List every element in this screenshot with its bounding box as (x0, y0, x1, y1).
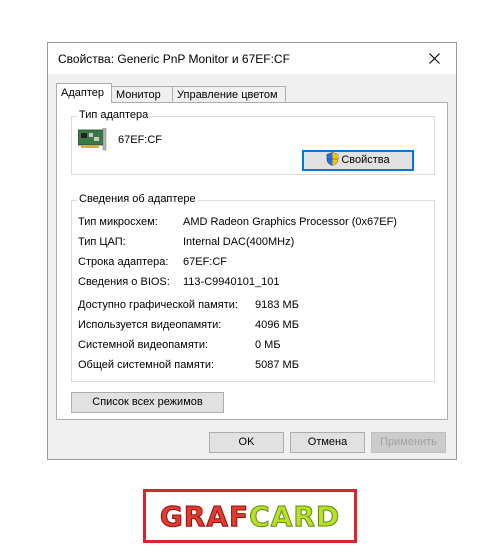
cancel-button[interactable]: Отмена (290, 432, 365, 453)
logo-text-graf: GRAF (159, 499, 250, 533)
list-all-modes-label: Список всех режимов (92, 396, 203, 408)
memory-row-available-graphics: Доступно графической памяти: 9183 МБ (72, 299, 434, 313)
info-key: Сведения о BIOS: (78, 276, 170, 288)
info-row-adapter-string: Строка адаптера: 67EF:CF (72, 256, 434, 270)
adapter-type-group-title: Тип адаптера (77, 109, 151, 121)
close-button[interactable] (412, 43, 456, 74)
list-all-modes-button[interactable]: Список всех режимов (71, 392, 224, 413)
ok-button[interactable]: OK (209, 432, 284, 453)
memory-key: Общей системной памяти: (78, 359, 215, 371)
properties-dialog: Свойства: Generic PnP Monitor и 67EF:CF … (47, 42, 457, 460)
info-key: Тип микросхем: (78, 216, 158, 228)
tab-adapter-label: Адаптер (61, 87, 104, 99)
apply-label: Применить (380, 436, 437, 448)
memory-row-system-video: Системной видеопамяти: 0 МБ (72, 339, 434, 353)
tab-color-management[interactable]: Управление цветом (172, 86, 286, 102)
info-value: 67EF:CF (183, 256, 228, 268)
info-row-dac-type: Тип ЦАП: Internal DAC(400MHz) (72, 236, 434, 250)
info-row-chip-type: Тип микросхем: AMD Radeon Graphics Proce… (72, 216, 434, 230)
memory-value: 4096 МБ (255, 319, 299, 331)
adapter-info-group: Сведения об адаптере Тип микросхем: AMD … (71, 193, 435, 382)
tab-monitor[interactable]: Монитор (111, 86, 173, 102)
adapter-info-group-title: Сведения об адаптере (77, 193, 198, 205)
cancel-label: Отмена (307, 436, 348, 448)
graphics-card-icon (78, 128, 107, 151)
grafcard-logo: GRAF CARD (143, 489, 357, 543)
info-value: 113-C9940101_101 (183, 276, 280, 288)
adapter-tab-panel: Тип адаптера 67EF:CF Свойства Сведения о… (56, 102, 448, 420)
tab-monitor-label: Монитор (116, 89, 161, 101)
memory-row-dedicated-video: Используется видеопамяти: 4096 МБ (72, 319, 434, 333)
window-title: Свойства: Generic PnP Monitor и 67EF:CF (58, 52, 290, 66)
memory-key: Используется видеопамяти: (78, 319, 222, 331)
tab-adapter[interactable]: Адаптер (56, 83, 112, 103)
memory-value: 9183 МБ (255, 299, 299, 311)
adapter-name: 67EF:CF (118, 134, 163, 146)
info-key: Строка адаптера: (78, 256, 169, 268)
info-value: AMD Radeon Graphics Processor (0x67EF) (183, 216, 397, 228)
memory-value: 0 МБ (255, 339, 281, 351)
info-value: Internal DAC(400MHz) (183, 236, 295, 248)
memory-row-shared-system: Общей системной памяти: 5087 МБ (72, 359, 434, 373)
title-bar: Свойства: Generic PnP Monitor и 67EF:CF (48, 43, 456, 74)
memory-value: 5087 МБ (255, 359, 299, 371)
adapter-type-group: Тип адаптера 67EF:CF Свойства (71, 109, 435, 175)
tab-color-management-label: Управление цветом (177, 89, 278, 101)
apply-button[interactable]: Применить (371, 432, 446, 453)
memory-key: Доступно графической памяти: (78, 299, 238, 311)
info-key: Тип ЦАП: (78, 236, 126, 248)
info-row-bios: Сведения о BIOS: 113-C9940101_101 (72, 276, 434, 290)
adapter-properties-button[interactable]: Свойства (302, 150, 414, 171)
uac-shield-icon (327, 152, 339, 166)
adapter-properties-label: Свойства (341, 154, 390, 166)
close-icon (428, 53, 440, 64)
memory-key: Системной видеопамяти: (78, 339, 209, 351)
logo-text-card: CARD (249, 499, 341, 533)
ok-label: OK (238, 436, 255, 448)
